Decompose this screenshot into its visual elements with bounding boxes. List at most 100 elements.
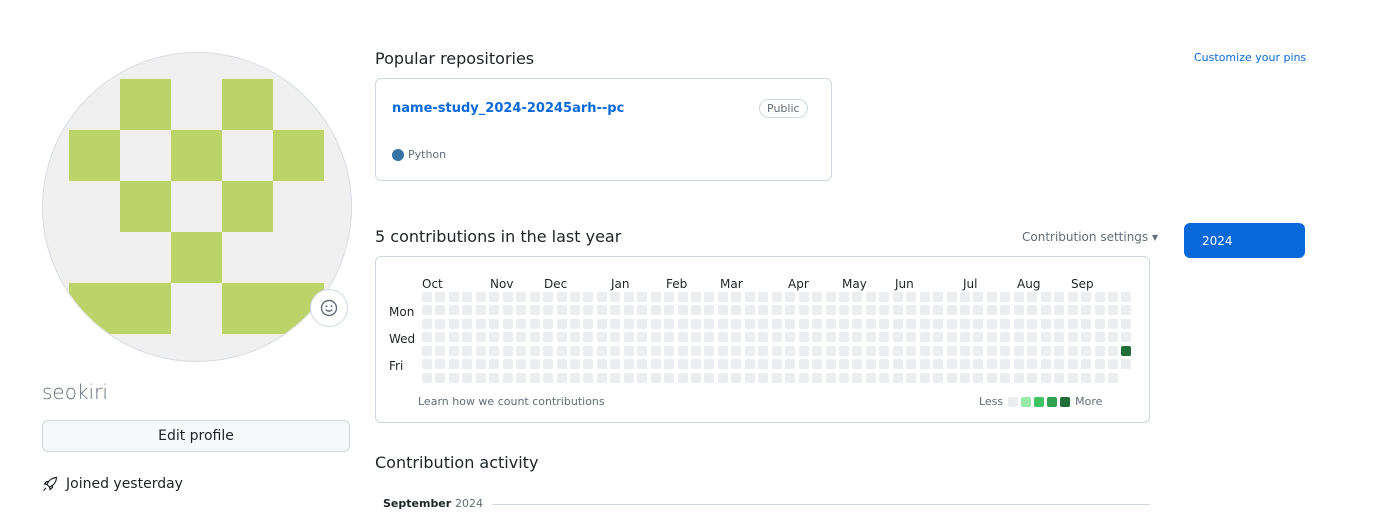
contribution-cell[interactable] bbox=[691, 305, 701, 316]
contribution-cell[interactable] bbox=[1054, 332, 1065, 343]
contribution-cell[interactable] bbox=[435, 332, 446, 343]
contribution-cell[interactable] bbox=[664, 345, 675, 356]
contribution-cell[interactable] bbox=[435, 372, 446, 383]
contribution-cell[interactable] bbox=[865, 332, 876, 343]
contribution-cell[interactable] bbox=[516, 332, 527, 343]
contribution-cell[interactable] bbox=[1094, 292, 1105, 302]
learn-contributions-link[interactable]: Learn how we count contributions bbox=[418, 395, 605, 408]
contribution-cell[interactable] bbox=[865, 359, 876, 370]
contribution-cell[interactable] bbox=[946, 318, 957, 329]
contribution-cell[interactable] bbox=[731, 318, 742, 329]
contribution-cell[interactable] bbox=[1013, 292, 1024, 302]
contribution-cell[interactable] bbox=[919, 345, 930, 356]
contribution-cell[interactable] bbox=[825, 372, 836, 383]
contribution-cell[interactable] bbox=[691, 292, 701, 302]
contribution-cell[interactable] bbox=[704, 305, 715, 316]
contribution-cell[interactable] bbox=[1081, 332, 1092, 343]
contribution-cell[interactable] bbox=[1107, 372, 1118, 383]
contribution-cell[interactable] bbox=[838, 345, 849, 356]
contribution-cell[interactable] bbox=[946, 305, 957, 316]
contribution-cell[interactable] bbox=[475, 345, 486, 356]
contribution-cell[interactable] bbox=[852, 332, 863, 343]
contribution-cell[interactable] bbox=[556, 372, 567, 383]
contribution-cell[interactable] bbox=[973, 372, 984, 383]
contribution-cell[interactable] bbox=[502, 359, 513, 370]
contribution-cell[interactable] bbox=[664, 359, 675, 370]
contribution-cell[interactable] bbox=[825, 332, 836, 343]
contribution-cell[interactable] bbox=[462, 345, 473, 356]
contribution-cell[interactable] bbox=[448, 345, 459, 356]
contribution-cell[interactable] bbox=[623, 359, 634, 370]
contribution-cell[interactable] bbox=[583, 292, 594, 302]
contribution-cell[interactable] bbox=[798, 332, 809, 343]
contribution-cell[interactable] bbox=[717, 332, 728, 343]
contribution-cell[interactable] bbox=[691, 332, 701, 343]
contribution-cell[interactable] bbox=[596, 318, 607, 329]
contribution-cell[interactable] bbox=[435, 305, 446, 316]
contribution-cell[interactable] bbox=[973, 318, 984, 329]
contribution-cell[interactable] bbox=[1094, 372, 1105, 383]
contribution-cell[interactable] bbox=[1027, 372, 1038, 383]
contribution-cell[interactable] bbox=[946, 372, 957, 383]
contribution-cell[interactable] bbox=[1054, 292, 1065, 302]
contribution-cell[interactable] bbox=[838, 318, 849, 329]
contribution-cell[interactable] bbox=[569, 305, 580, 316]
contribution-cell[interactable] bbox=[623, 372, 634, 383]
contribution-cell[interactable] bbox=[825, 318, 836, 329]
contribution-cell[interactable] bbox=[677, 345, 688, 356]
contribution-cell[interactable] bbox=[1040, 359, 1051, 370]
contribution-cell[interactable] bbox=[1094, 305, 1105, 316]
contribution-cell[interactable] bbox=[623, 332, 634, 343]
contribution-cell[interactable] bbox=[879, 292, 890, 302]
contribution-cell[interactable] bbox=[569, 345, 580, 356]
contribution-cell[interactable] bbox=[852, 372, 863, 383]
contribution-cell[interactable] bbox=[960, 359, 970, 370]
contribution-cell[interactable] bbox=[502, 372, 513, 383]
contribution-cell[interactable] bbox=[731, 305, 742, 316]
contribution-cell[interactable] bbox=[650, 305, 661, 316]
contribution-cell[interactable] bbox=[838, 359, 849, 370]
contribution-cell[interactable] bbox=[865, 372, 876, 383]
contribution-cell[interactable] bbox=[1013, 305, 1024, 316]
contribution-cell[interactable] bbox=[1040, 318, 1051, 329]
contribution-cell[interactable] bbox=[556, 332, 567, 343]
contribution-cell[interactable] bbox=[865, 318, 876, 329]
contribution-cell[interactable] bbox=[1054, 359, 1065, 370]
contribution-cell[interactable] bbox=[1094, 332, 1105, 343]
contribution-cell[interactable] bbox=[1081, 372, 1092, 383]
contribution-cell[interactable] bbox=[610, 372, 621, 383]
contribution-cell[interactable] bbox=[543, 318, 554, 329]
contribution-cell[interactable] bbox=[650, 372, 661, 383]
contribution-cell[interactable] bbox=[543, 359, 554, 370]
contribution-cell[interactable] bbox=[435, 359, 446, 370]
contribution-cell[interactable] bbox=[744, 332, 755, 343]
contribution-cell[interactable] bbox=[812, 359, 823, 370]
contribution-cell[interactable] bbox=[852, 345, 863, 356]
contribution-cell[interactable] bbox=[691, 345, 701, 356]
contribution-cell[interactable] bbox=[758, 345, 769, 356]
contribution-cell[interactable] bbox=[569, 318, 580, 329]
contribution-cell[interactable] bbox=[960, 332, 970, 343]
contribution-cell[interactable] bbox=[758, 332, 769, 343]
contribution-cell[interactable] bbox=[771, 345, 782, 356]
contribution-cell[interactable] bbox=[986, 332, 997, 343]
contribution-cell[interactable] bbox=[462, 292, 473, 302]
contribution-cell[interactable] bbox=[812, 292, 823, 302]
contribution-cell[interactable] bbox=[933, 332, 944, 343]
contribution-cell[interactable] bbox=[879, 359, 890, 370]
contribution-cell[interactable] bbox=[475, 332, 486, 343]
contribution-cell[interactable] bbox=[919, 318, 930, 329]
contribution-cell[interactable] bbox=[462, 318, 473, 329]
contribution-cell[interactable] bbox=[475, 305, 486, 316]
contribution-cell[interactable] bbox=[879, 372, 890, 383]
contribution-cell[interactable] bbox=[1054, 318, 1065, 329]
contribution-cell[interactable] bbox=[865, 305, 876, 316]
contribution-cell[interactable] bbox=[906, 345, 917, 356]
contribution-cell[interactable] bbox=[529, 318, 540, 329]
contribution-cell[interactable] bbox=[569, 359, 580, 370]
contribution-cell[interactable] bbox=[1121, 305, 1132, 316]
contribution-cell[interactable] bbox=[610, 345, 621, 356]
contribution-cell[interactable] bbox=[731, 359, 742, 370]
contribution-cell[interactable] bbox=[610, 292, 621, 302]
contribution-cell[interactable] bbox=[838, 372, 849, 383]
